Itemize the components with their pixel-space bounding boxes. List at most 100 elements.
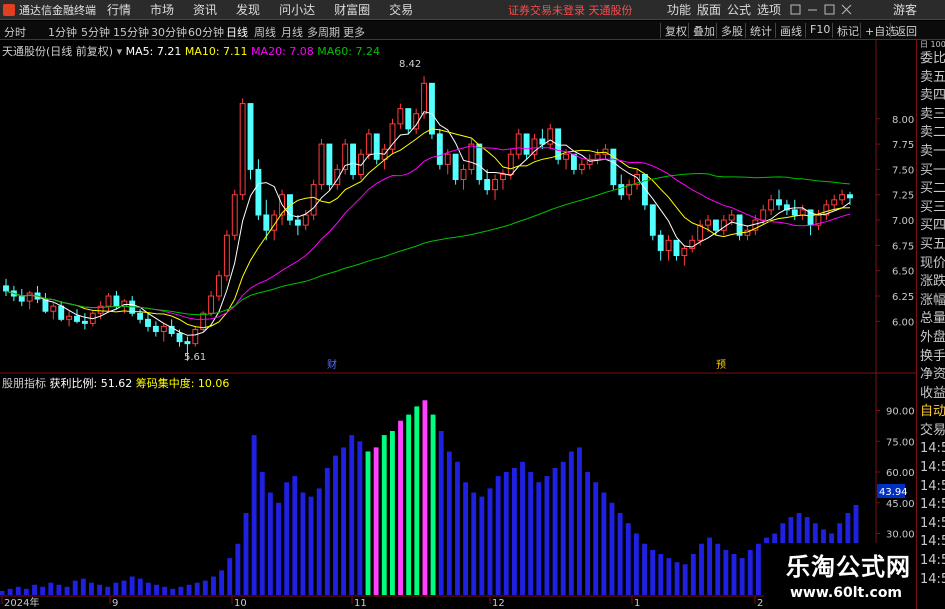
candle-body (310, 184, 317, 216)
panel-item: 卖一 (920, 143, 945, 159)
panel-item: 换手 (920, 348, 945, 364)
indicator-bar (747, 549, 753, 595)
indicator-bar (568, 451, 574, 595)
indicator-bar (389, 431, 395, 595)
indicator-bar (308, 496, 314, 595)
candle-body (294, 219, 301, 226)
indicator-bar (129, 576, 135, 595)
indicator-bar (154, 584, 159, 595)
candle-body (113, 295, 120, 307)
indicator-bar (528, 472, 534, 595)
indicator-bar (381, 435, 387, 595)
candle-body (3, 285, 9, 292)
candle-body (507, 153, 514, 175)
candle-body (263, 214, 270, 231)
indicator-bar (105, 586, 111, 595)
indicator-bar (446, 451, 452, 595)
candle-body (657, 234, 664, 251)
indicator-bar (64, 586, 70, 595)
indicator-bar (15, 586, 21, 595)
indicator-bar (471, 492, 477, 595)
indicator-bar (32, 584, 37, 595)
candle-body (26, 292, 33, 302)
candle-body (799, 209, 806, 216)
candle-body (176, 333, 183, 343)
indicator-bar (72, 580, 78, 595)
indicator-bar (235, 543, 241, 595)
candle-body (673, 239, 680, 257)
candle-body (105, 295, 112, 307)
indicator-bar (292, 476, 298, 595)
panel-item[interactable]: 自动 (917, 403, 945, 422)
ma60-line (5, 172, 851, 316)
candle-body (405, 108, 412, 130)
time-axis-label: 9 (112, 598, 118, 609)
candle-body (594, 153, 601, 160)
indicator-bar (211, 576, 216, 595)
indicator-bar (430, 414, 436, 595)
panel-item: 14:56 (920, 497, 945, 513)
candle-body (523, 133, 530, 155)
indicator-bar (373, 447, 379, 595)
indicator-bar (739, 558, 745, 595)
candle-body (468, 143, 475, 170)
indicator-bar (398, 420, 403, 595)
candle-body (760, 209, 767, 221)
candle-body (81, 320, 88, 324)
indicator-bar (642, 543, 647, 595)
candle-body (397, 108, 404, 125)
candle-body (350, 143, 357, 175)
indicator-bar (577, 447, 582, 595)
panel-item: 14:56 (920, 553, 945, 569)
candle-body (223, 234, 230, 277)
indicator-bar (7, 588, 13, 595)
event-marker[interactable]: 财 (327, 358, 337, 371)
candle-body (776, 199, 782, 206)
indicator-bar (186, 584, 192, 595)
candle-body (515, 133, 522, 155)
candle-body (192, 328, 199, 345)
indicator-bar (422, 400, 428, 595)
indicator-bar (414, 406, 420, 595)
indicator-bar (341, 447, 347, 595)
indicator-bar (503, 472, 509, 595)
panel-item: 外盘 (920, 329, 945, 345)
time-axis-label: 11 (354, 598, 367, 609)
kline-chart[interactable]: 8.00 7.75 7.50 7.25 7.00 6.75 6.50 6.25 6.00 90.… (0, 0, 945, 609)
candle-body (436, 133, 443, 165)
watermark-title: 乐淘公式网 (786, 553, 911, 581)
candle-body (421, 82, 428, 115)
indicator-bar (113, 582, 119, 595)
indicator-bar (723, 549, 729, 595)
candle-body (389, 123, 396, 150)
indicator-bar (80, 578, 86, 595)
indicator-bar (178, 586, 184, 595)
indicator-bar (97, 584, 103, 595)
indicator-tick-label: 75.00 (886, 437, 915, 448)
candle-body (839, 194, 846, 201)
indicator-bar (601, 492, 607, 595)
indicator-bar (479, 496, 485, 595)
candle-body (768, 199, 775, 211)
panel-item: 卖五 (920, 69, 945, 85)
candle-body (74, 315, 80, 322)
candle-body (66, 315, 73, 320)
price-tick-label: 7.75 (892, 140, 914, 151)
indicator-bar (438, 431, 444, 595)
candle-body (358, 153, 364, 175)
indicator-bar (455, 461, 460, 595)
event-marker[interactable]: 预 (716, 359, 726, 371)
panel-item: 14:56 (920, 534, 945, 550)
panel-item: 总量 (920, 311, 945, 327)
indicator-bar (365, 451, 371, 595)
current-value-label: 43.94 (879, 487, 908, 498)
candle-body (231, 194, 238, 236)
indicator-bar (666, 558, 672, 595)
candle-body (373, 133, 380, 160)
indicator-bar (585, 472, 591, 595)
high-price-label: 8.42 (399, 59, 421, 70)
candle-body (649, 204, 656, 236)
indicator-bar (463, 482, 469, 595)
indicator-bar (324, 467, 330, 595)
panel-item[interactable]: 交易 (917, 422, 945, 441)
